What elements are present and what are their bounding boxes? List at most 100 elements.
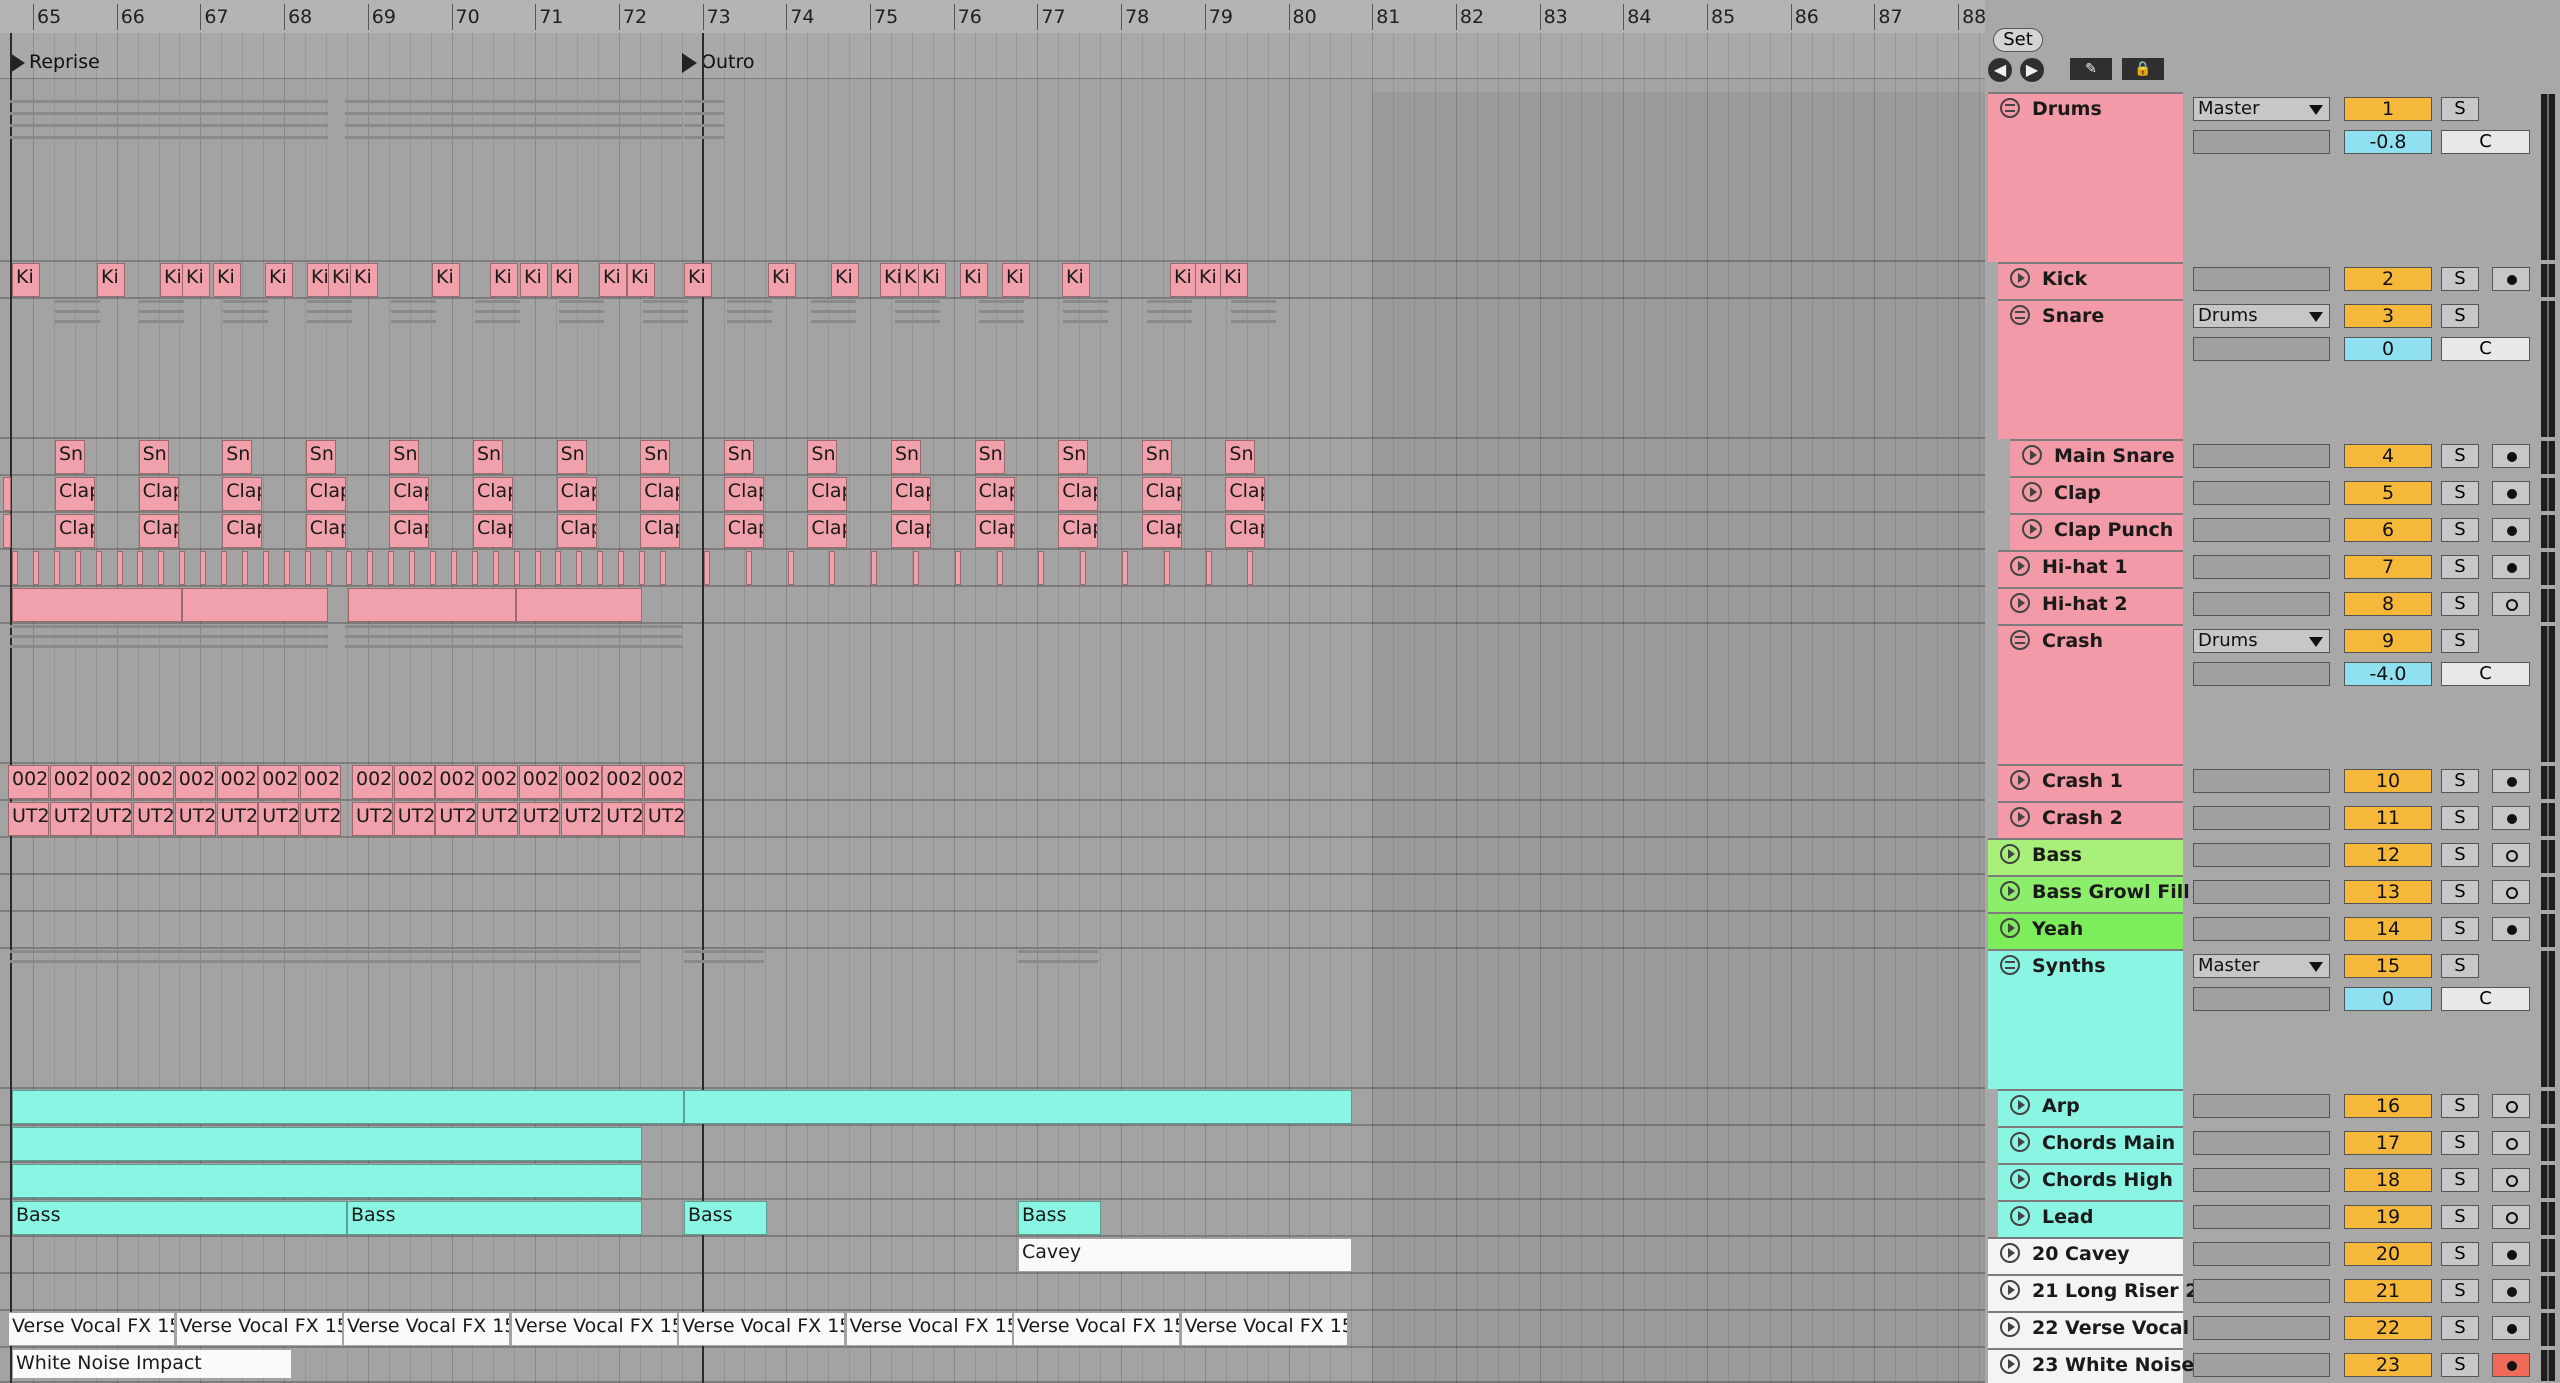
play-icon[interactable] — [2010, 806, 2030, 827]
output-channel-select[interactable] — [2193, 337, 2330, 361]
clap-punch-clip[interactable]: Clap — [556, 514, 597, 548]
track-activator[interactable]: 15 — [2344, 954, 2432, 978]
crash2-clip[interactable]: UT2 — [174, 802, 216, 836]
crash2-clip[interactable]: UT2 — [560, 802, 602, 836]
play-icon[interactable] — [2000, 1279, 2020, 1300]
clap-clip[interactable]: Clap — [389, 477, 430, 511]
clap-clip[interactable] — [3, 477, 11, 511]
arm-record-button[interactable] — [2492, 806, 2530, 830]
output-routing-select[interactable] — [2193, 843, 2330, 867]
clap-clip[interactable]: Clap — [55, 477, 95, 511]
cavey-clip[interactable]: Cavey — [1018, 1238, 1352, 1272]
crash2-clip[interactable]: UT2 — [518, 802, 560, 836]
back-arrow-icon[interactable]: ◀ — [1988, 58, 2012, 82]
crash2-clip[interactable]: UT2 — [643, 802, 685, 836]
snare-clip[interactable]: Sn — [473, 440, 503, 474]
output-routing-select[interactable] — [2193, 444, 2330, 468]
hihat-clip[interactable] — [137, 551, 144, 585]
kick-clip[interactable]: Ki — [1220, 263, 1248, 297]
snare-clip[interactable]: Sn — [1225, 440, 1256, 474]
chords-main-clip[interactable] — [12, 1127, 642, 1161]
output-routing-select[interactable] — [2193, 518, 2330, 542]
beat-time-ruler[interactable]: 65 66 67 68 69 70 71 72 73 74 75 76 77 78 79 80 81 82 83 84… — [0, 0, 1985, 34]
hihat-clip[interactable] — [116, 551, 123, 585]
lead-clip[interactable]: Bass — [684, 1201, 767, 1235]
kick-clip[interactable]: Ki — [490, 263, 518, 297]
output-routing-select[interactable] — [2193, 1094, 2330, 1118]
clap-clip[interactable]: Clap — [1141, 477, 1182, 511]
arm-record-button[interactable] — [2492, 917, 2530, 941]
arrangement-view[interactable]: 65 66 67 68 69 70 71 72 73 74 75 76 77 78 79 80 81 82 83 84… — [0, 0, 1985, 1383]
crash2-clip[interactable]: UT2 — [91, 802, 133, 836]
snare-clip[interactable]: Sn — [222, 440, 253, 474]
snare-clip[interactable]: Sn — [1141, 440, 1172, 474]
fold-icon[interactable] — [2000, 97, 2020, 118]
hihat-clip[interactable] — [745, 551, 752, 585]
kick-clip[interactable]: Ki — [432, 263, 460, 297]
output-routing-select[interactable] — [2193, 917, 2330, 941]
clap-punch-clip[interactable]: Clap — [138, 514, 179, 548]
crash1-clip[interactable]: 002 — [352, 765, 393, 799]
hihat-clip[interactable] — [1247, 551, 1254, 585]
pan-knob[interactable]: C — [2441, 337, 2530, 361]
hihat-clip[interactable] — [388, 551, 395, 585]
snare-clip[interactable]: Sn — [389, 440, 420, 474]
crash2-clip[interactable]: UT2 — [299, 802, 341, 836]
set-button[interactable]: Set — [1993, 28, 2043, 52]
output-routing-select[interactable]: Drums — [2193, 304, 2330, 328]
clap-punch-clip[interactable]: Clap — [974, 514, 1015, 548]
hihat-clip[interactable] — [32, 551, 39, 585]
hihat-clip[interactable] — [954, 551, 961, 585]
play-icon[interactable] — [2000, 843, 2020, 864]
hihat-clip[interactable] — [471, 551, 478, 585]
output-routing-select[interactable] — [2193, 267, 2330, 291]
monitor-button[interactable] — [2492, 592, 2530, 616]
clap-clip[interactable]: Clap — [473, 477, 513, 511]
hihat-clip[interactable] — [597, 551, 604, 585]
play-icon[interactable] — [2010, 1094, 2030, 1115]
output-routing-select[interactable] — [2193, 481, 2330, 505]
clap-clip[interactable]: Clap — [1225, 477, 1266, 511]
output-routing-select[interactable]: Drums — [2193, 629, 2330, 653]
hihat-clip[interactable] — [158, 551, 165, 585]
kick-clip[interactable]: Ki — [551, 263, 579, 297]
volume-slider[interactable]: 0 — [2344, 337, 2432, 361]
kick-clip[interactable]: Ki — [97, 263, 125, 297]
output-routing-select[interactable] — [2193, 1131, 2330, 1155]
monitor-button[interactable] — [2492, 1131, 2530, 1155]
clap-punch-clip[interactable]: Clap — [305, 514, 346, 548]
crash2-clip[interactable]: UT2 — [258, 802, 300, 836]
crash1-clip[interactable]: 002 — [49, 765, 91, 799]
track-activator[interactable]: 1 — [2344, 97, 2432, 121]
hihat-clip[interactable] — [659, 551, 666, 585]
solo-button[interactable]: S — [2441, 1205, 2479, 1229]
lead-clip[interactable]: Bass — [347, 1201, 642, 1235]
hihat-clip[interactable] — [179, 551, 186, 585]
crash1-clip[interactable]: 002 — [8, 765, 49, 799]
hihat-clip[interactable] — [555, 551, 562, 585]
pan-knob[interactable]: C — [2441, 130, 2530, 154]
crash1-clip[interactable]: 002 — [477, 765, 519, 799]
hihat-clip[interactable] — [913, 551, 919, 585]
lock-icon[interactable]: 🔒 — [2122, 58, 2164, 80]
track-activator[interactable]: 10 — [2344, 769, 2432, 793]
solo-button[interactable]: S — [2441, 267, 2479, 291]
crash2-clip[interactable]: UT2 — [216, 802, 258, 836]
clap-clip[interactable]: Clap — [138, 477, 179, 511]
hihat-clip[interactable] — [450, 551, 457, 585]
arp-clip[interactable] — [12, 1090, 684, 1124]
volume-slider[interactable]: -0.8 — [2344, 130, 2432, 154]
kick-clip[interactable]: Ki — [627, 263, 655, 297]
arm-record-button[interactable] — [2492, 1316, 2530, 1340]
arm-record-button[interactable] — [2492, 769, 2530, 793]
track-activator[interactable]: 14 — [2344, 917, 2432, 941]
kick-clip[interactable]: Ki — [960, 263, 988, 297]
arp-clip[interactable] — [684, 1090, 1352, 1124]
clap-punch-clip[interactable]: Clap — [473, 514, 513, 548]
play-icon[interactable] — [2022, 444, 2042, 465]
hihat-clip[interactable] — [1205, 551, 1212, 585]
clap-clip[interactable]: Clap — [222, 477, 263, 511]
output-routing-select[interactable] — [2193, 806, 2330, 830]
pan-knob[interactable]: C — [2441, 987, 2530, 1011]
monitor-button[interactable] — [2492, 1168, 2530, 1192]
